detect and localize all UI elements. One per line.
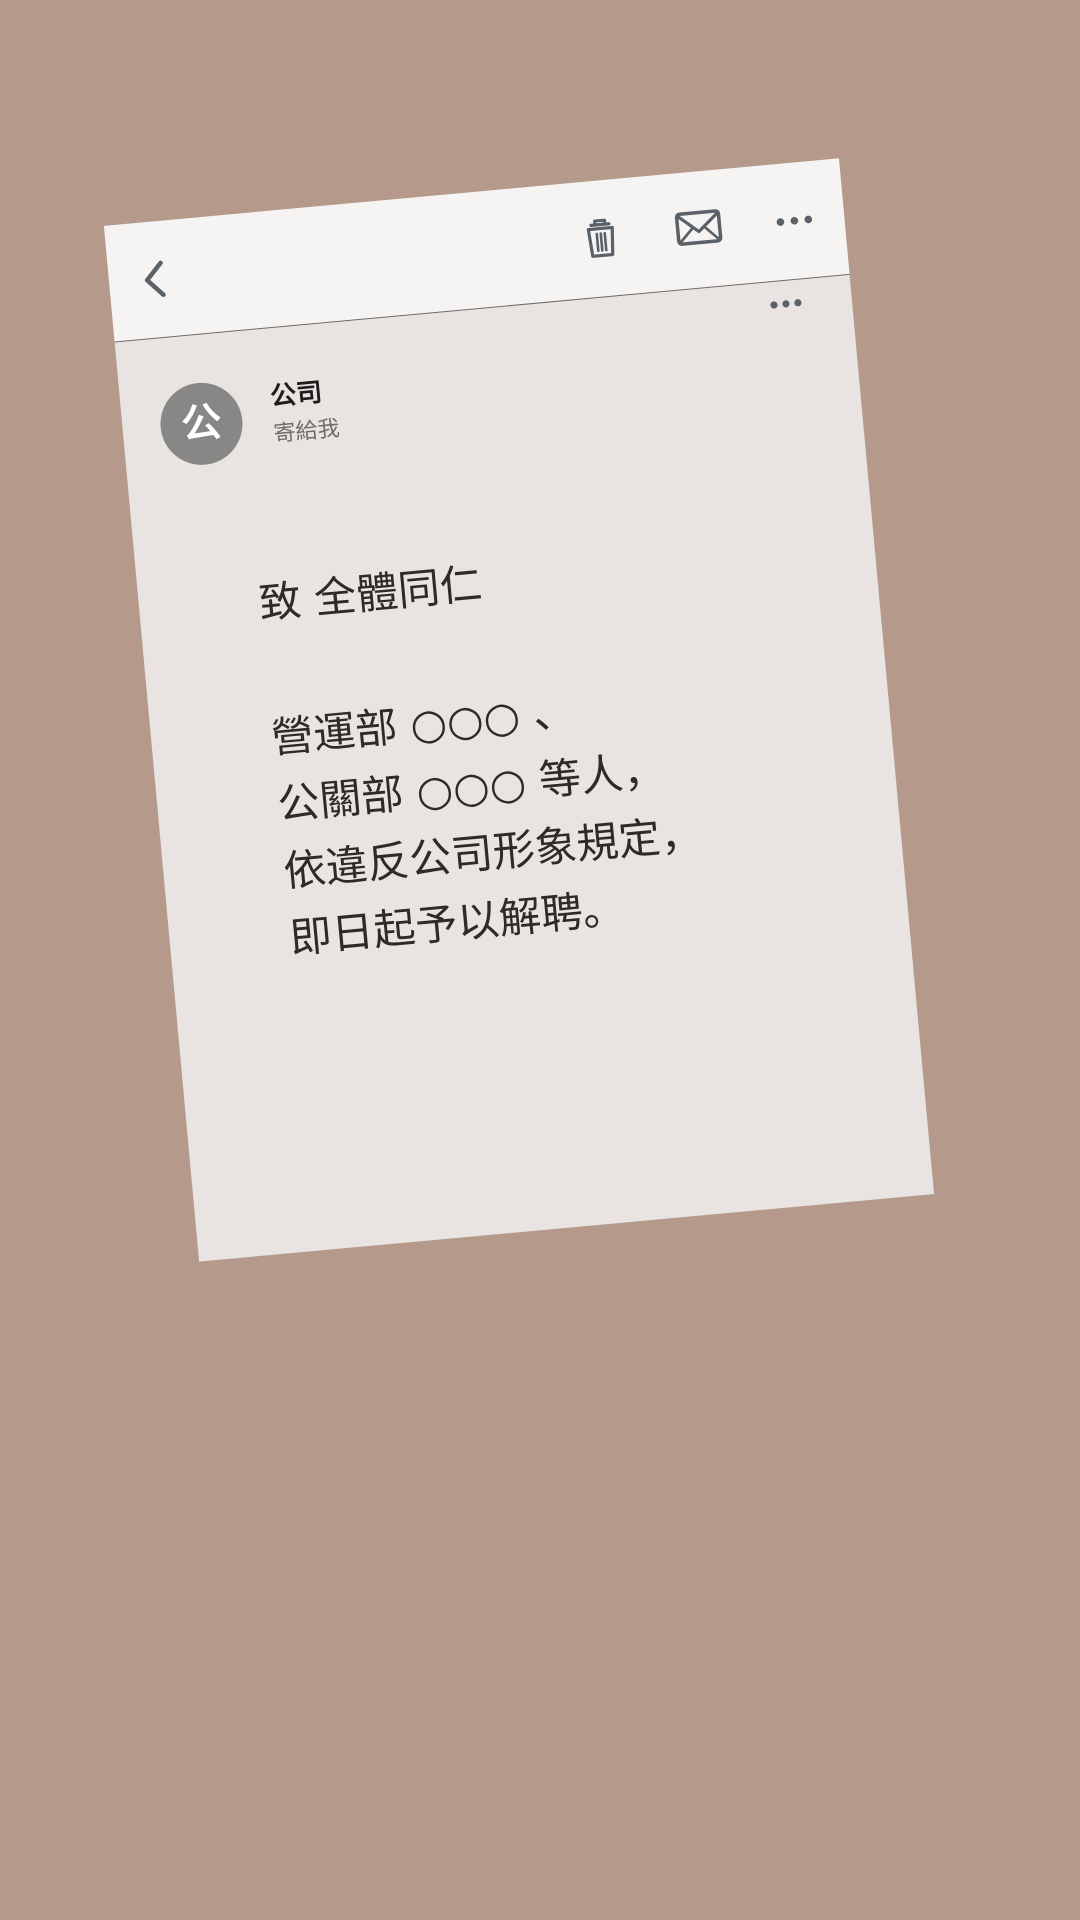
email-toolbar bbox=[103, 158, 850, 343]
trash-icon[interactable] bbox=[575, 212, 627, 262]
email-card: 公 公司 寄給我 致 全體同仁 營運部 ○○○ 、 公關部 ○○○ 等人， 依違… bbox=[103, 158, 935, 1262]
sender-name: 公司 bbox=[268, 377, 324, 413]
email-message-body: 致 全體同仁 營運部 ○○○ 、 公關部 ○○○ 等人， 依違反公司形象規定， … bbox=[256, 523, 811, 972]
message-greeting: 致 全體同仁 bbox=[256, 558, 484, 629]
background: 公 公司 寄給我 致 全體同仁 營運部 ○○○ 、 公關部 ○○○ 等人， 依違… bbox=[0, 0, 1080, 1920]
sender-info: 公 公司 寄給我 bbox=[156, 328, 803, 476]
sender-avatar: 公 bbox=[156, 379, 247, 469]
recipient-label: 寄給我 bbox=[272, 416, 341, 448]
message-more-icon[interactable] bbox=[765, 294, 806, 314]
mail-icon[interactable] bbox=[671, 203, 727, 254]
more-horizontal-icon[interactable] bbox=[768, 195, 820, 245]
back-chevron-icon[interactable] bbox=[133, 254, 177, 305]
